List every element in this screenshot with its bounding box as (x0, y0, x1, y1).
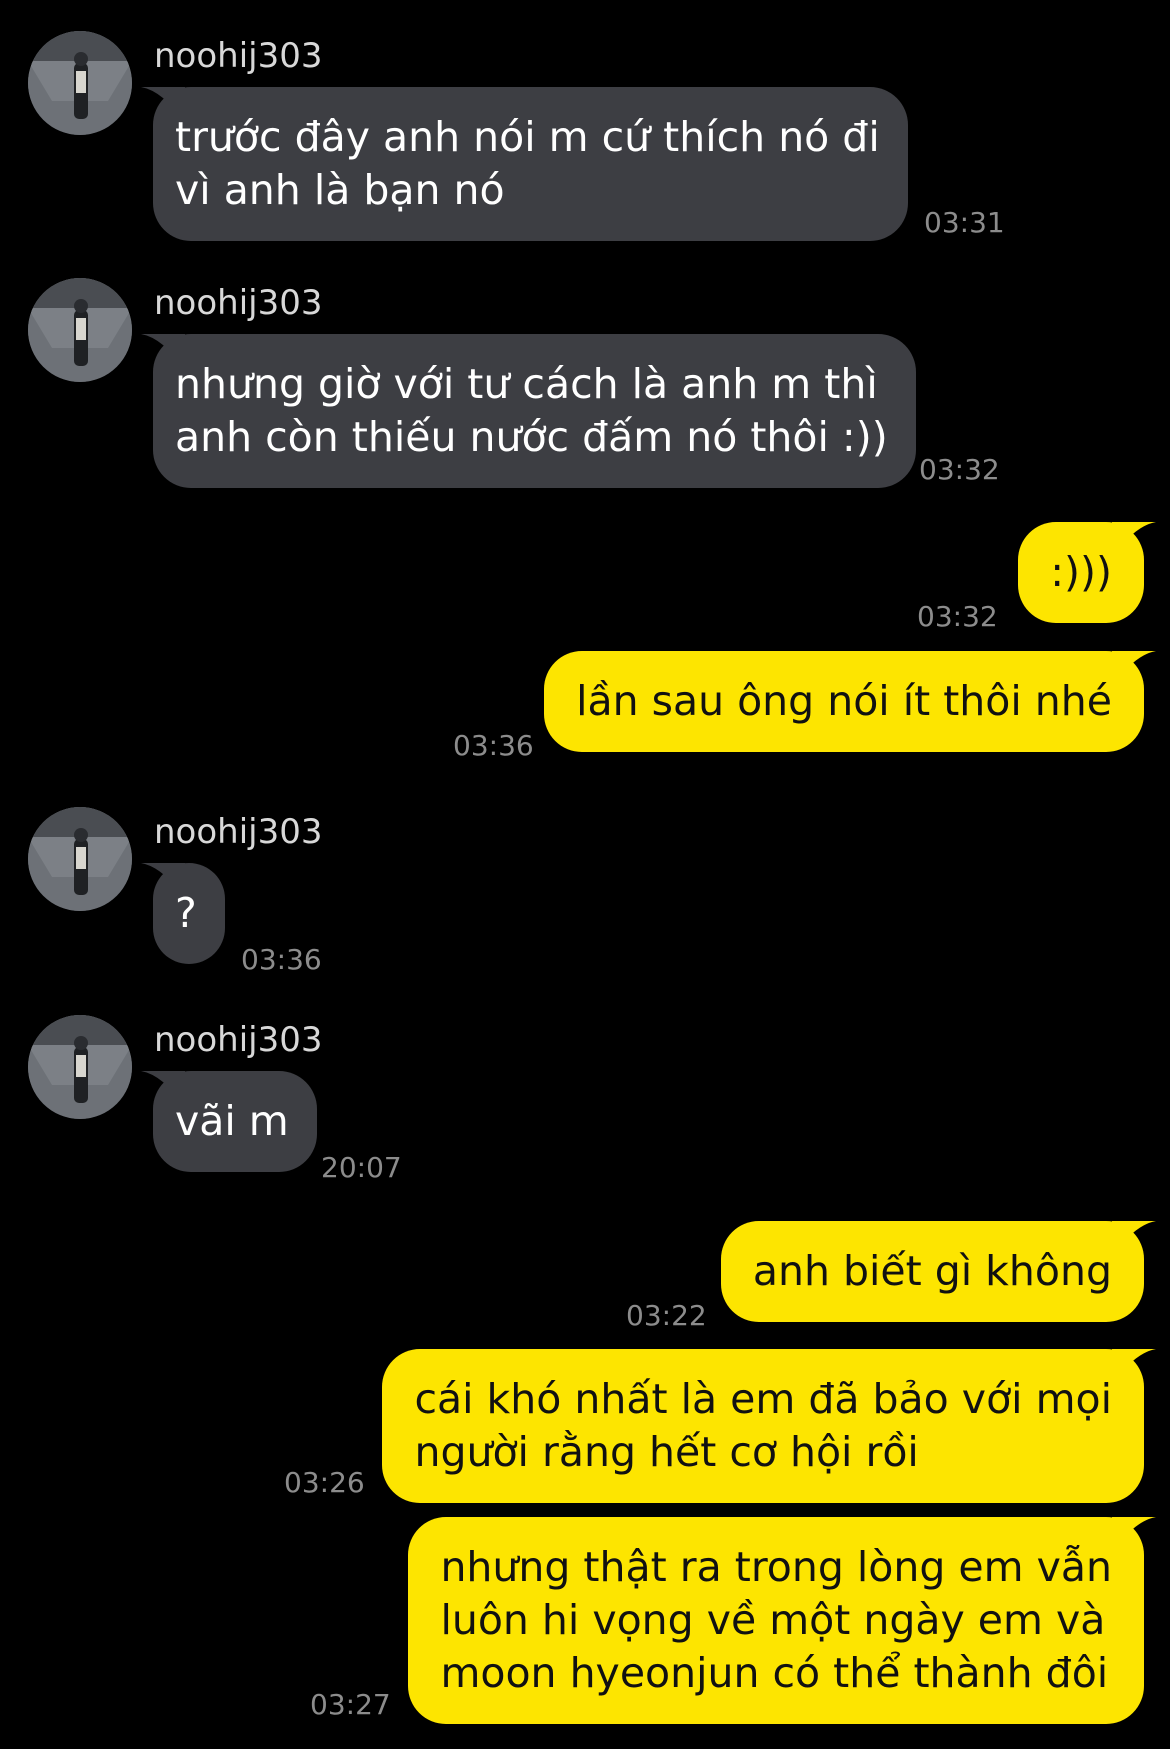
message-text-line: người rằng hết cơ hội rồi (414, 1428, 919, 1476)
message-text-line: vì anh là bạn nó (175, 166, 505, 214)
sender-name: noohij303 (154, 1020, 323, 1060)
message-bubble-outgoing[interactable]: nhưng thật ra trong lòng em vẫn luôn hi … (408, 1517, 1156, 1724)
message-bubble-incoming[interactable]: vãi m (141, 1071, 317, 1172)
avatar-photo-icon (28, 807, 132, 911)
avatar-photo-icon (28, 1015, 132, 1119)
chat-thread: noohij303 trước đây anh nói m cứ thích n… (0, 0, 1170, 1749)
message-text-line: vãi m (175, 1097, 289, 1145)
sender-avatar[interactable] (28, 1015, 132, 1119)
message-bubble-incoming[interactable]: trước đây anh nói m cứ thích nó đi vì an… (141, 87, 908, 241)
avatar-photo-icon (28, 278, 132, 382)
bubble-tail-icon (1112, 1349, 1156, 1385)
sender-avatar[interactable] (28, 807, 132, 911)
message-text-line: nhưng thật ra trong lòng em vẫn (440, 1543, 1112, 1591)
message-timestamp: 03:32 (917, 600, 998, 633)
bubble-tail-icon (1112, 522, 1156, 558)
bubble-tail-icon (1112, 651, 1156, 687)
message-text-line: lần sau ông nói ít thôi nhé (576, 677, 1112, 725)
message-text-line: trước đây anh nói m cứ thích nó đi (175, 113, 880, 161)
message-timestamp: 03:32 (919, 453, 1000, 486)
sender-name: noohij303 (154, 812, 323, 852)
message-text-line: anh còn thiếu nước đấm nó thôi :)) (175, 413, 888, 461)
sender-avatar[interactable] (28, 278, 132, 382)
message-timestamp: 03:36 (241, 943, 322, 976)
sender-name: noohij303 (154, 36, 323, 76)
message-bubble-outgoing[interactable]: anh biết gì không (720, 1221, 1156, 1322)
message-timestamp: 03:27 (310, 1688, 391, 1721)
sender-name: noohij303 (154, 283, 323, 323)
message-timestamp: 03:22 (626, 1299, 707, 1332)
avatar-photo-icon (28, 31, 132, 135)
bubble-tail-icon (1112, 1517, 1156, 1553)
message-timestamp: 03:36 (453, 729, 534, 762)
message-timestamp: 03:31 (924, 206, 1005, 239)
bubble-tail-icon (1112, 1221, 1156, 1257)
message-text-line: cái khó nhất là em đã bảo với mọi (414, 1375, 1112, 1423)
message-text-line: moon hyeonjun có thể thành đôi (440, 1649, 1109, 1697)
message-bubble-outgoing[interactable]: cái khó nhất là em đã bảo với mọi người … (382, 1349, 1156, 1503)
message-bubble-incoming[interactable]: ? (141, 863, 225, 964)
sender-avatar[interactable] (28, 31, 132, 135)
message-text-line: anh biết gì không (752, 1247, 1112, 1295)
message-timestamp: 20:07 (321, 1151, 402, 1184)
message-text-line: luôn hi vọng về một ngày em và (440, 1596, 1106, 1644)
message-bubble-incoming[interactable]: nhưng giờ với tư cách là anh m thì anh c… (141, 334, 916, 488)
message-bubble-outgoing[interactable]: :))) (1018, 522, 1156, 623)
message-bubble-outgoing[interactable]: lần sau ông nói ít thôi nhé (544, 651, 1156, 752)
message-text-line: nhưng giờ với tư cách là anh m thì (175, 360, 878, 408)
message-text-line: ? (175, 889, 197, 937)
message-text-line: :))) (1050, 548, 1112, 596)
message-timestamp: 03:26 (284, 1466, 365, 1499)
